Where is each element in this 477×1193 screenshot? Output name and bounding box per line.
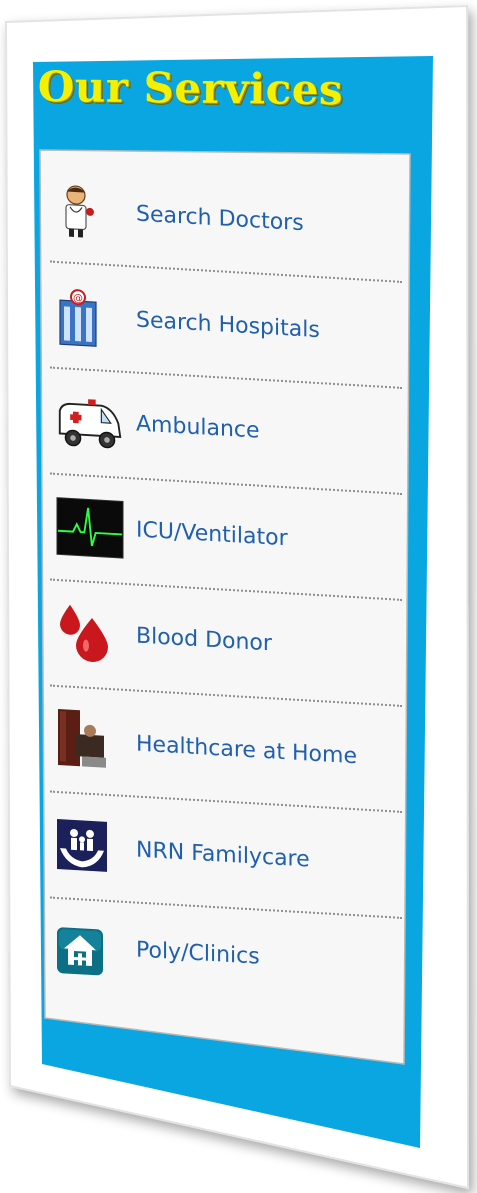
services-page: Our Services Search Doctors @ Search Hos… (0, 0, 477, 1193)
hospital-icon: @ (56, 285, 124, 351)
service-label: Healthcare at Home (136, 731, 357, 770)
service-item-healthcare-at-home[interactable]: Healthcare at Home (50, 690, 402, 813)
svg-text:@: @ (73, 293, 83, 305)
blood-drop-icon (56, 599, 124, 665)
service-label: Search Hospitals (136, 307, 320, 344)
doctor-icon (56, 179, 124, 245)
panel-title: Our Services (37, 62, 344, 115)
service-label: NRN Familycare (136, 837, 310, 873)
service-label: Ambulance (136, 411, 260, 444)
service-label: Blood Donor (136, 623, 272, 657)
service-item-icu-ventilator[interactable]: ICU/Ventilator (50, 478, 402, 601)
service-label: Poly/Clinics (136, 937, 260, 970)
home-care-icon (56, 707, 124, 773)
ambulance-icon (56, 391, 124, 457)
service-label: ICU/Ventilator (136, 517, 288, 552)
family-care-icon (56, 813, 124, 879)
service-item-ambulance[interactable]: Ambulance (50, 372, 402, 495)
service-item-search-doctors[interactable]: Search Doctors (50, 160, 402, 283)
service-item-nrn-familycare[interactable]: NRN Familycare (50, 796, 402, 919)
service-label: Search Doctors (136, 201, 304, 237)
clinic-house-icon (56, 919, 124, 985)
service-item-search-hospitals[interactable]: @ Search Hospitals (50, 266, 402, 389)
heart-monitor-icon (56, 495, 124, 561)
service-item-poly-clinics[interactable]: Poly/Clinics (50, 903, 402, 1023)
services-list: Search Doctors @ Search Hospitals Ambula… (40, 150, 408, 1081)
service-item-blood-donor[interactable]: Blood Donor (50, 584, 402, 707)
